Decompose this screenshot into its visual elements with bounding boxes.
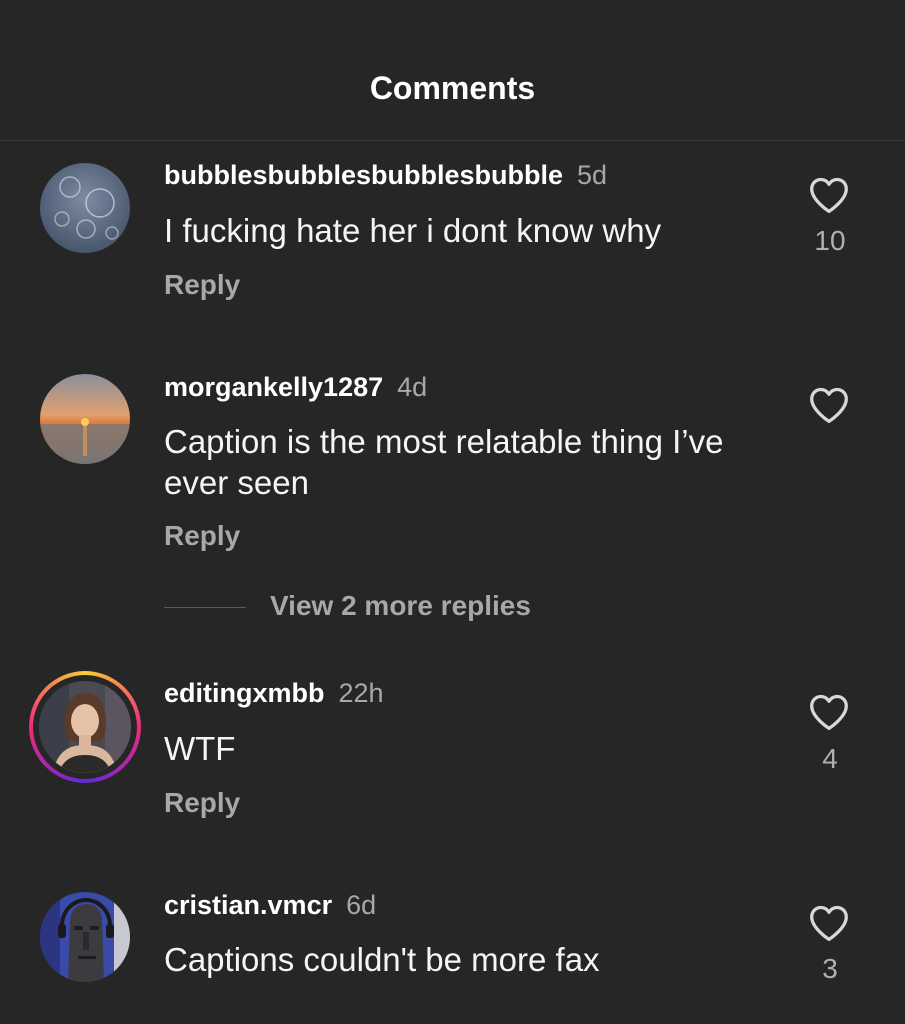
comments-header: Comments: [0, 0, 905, 141]
comment-text: I fucking hate her i dont know why: [164, 212, 662, 249]
heart-icon[interactable]: [808, 176, 852, 216]
view-replies-label[interactable]: View 2 more replies: [270, 590, 531, 622]
comment-text: WTF: [164, 730, 236, 767]
heart-icon[interactable]: [808, 386, 852, 426]
moai-avatar-image: [40, 892, 130, 982]
sunset-avatar-image: [40, 374, 130, 464]
comment-text: Caption is the most relatable thing I’ve…: [164, 423, 724, 501]
comment-meta: bubblesbubblesbubblesbubble 5d: [164, 160, 607, 191]
like-count: 3: [822, 953, 838, 984]
heart-icon[interactable]: [808, 693, 852, 733]
timestamp: 6d: [346, 890, 377, 920]
comment-meta: editingxmbb 22h: [164, 678, 384, 709]
comment-text: Captions couldn't be more fax: [164, 941, 600, 978]
page-title: Comments: [369, 70, 536, 106]
bubbles-avatar-image: [40, 163, 130, 253]
story-ring[interactable]: [29, 671, 141, 783]
reply-button[interactable]: Reply: [164, 269, 240, 301]
timestamp: 22h: [338, 678, 384, 708]
reply-button[interactable]: Reply: [164, 520, 240, 552]
comment-meta: cristian.vmcr 6d: [164, 890, 376, 921]
like-count: 10: [814, 225, 846, 256]
comment-meta: morgankelly1287 4d: [164, 372, 427, 403]
username[interactable]: morgankelly1287: [164, 372, 383, 402]
like-count: 4: [822, 743, 838, 774]
avatar: [39, 681, 131, 773]
heart-icon[interactable]: [808, 904, 852, 944]
avatar[interactable]: [40, 163, 130, 253]
timestamp: 5d: [577, 160, 608, 190]
reply-button[interactable]: Reply: [164, 787, 240, 819]
person-avatar-image: [39, 681, 131, 773]
avatar[interactable]: [40, 892, 130, 982]
divider: [164, 607, 246, 608]
timestamp: 4d: [397, 372, 428, 402]
avatar[interactable]: [40, 374, 130, 464]
username[interactable]: bubblesbubblesbubblesbubble: [164, 160, 563, 190]
username[interactable]: editingxmbb: [164, 678, 325, 708]
username[interactable]: cristian.vmcr: [164, 890, 332, 920]
